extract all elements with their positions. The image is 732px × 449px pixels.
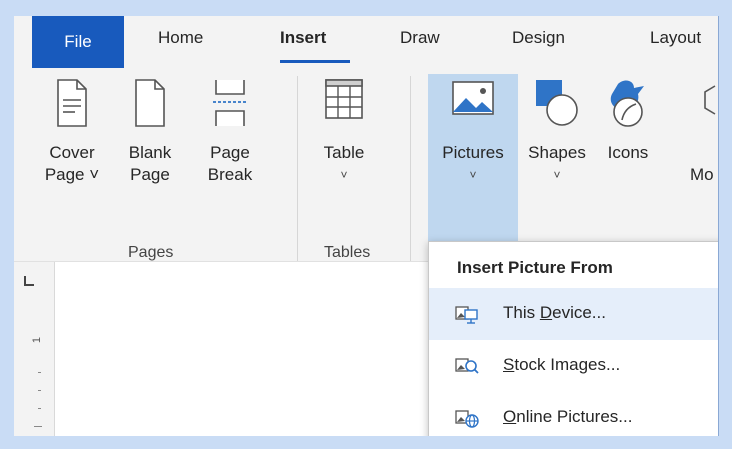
ruler-number: 1 <box>31 336 44 344</box>
group-separator <box>410 76 411 266</box>
tab-insert[interactable]: Insert <box>280 28 326 48</box>
page-break-label-2: Break <box>207 165 253 184</box>
dropdown-header: Insert Picture From <box>457 258 613 277</box>
insert-picture-dropdown: Insert Picture From This Device... Stock… <box>428 241 718 436</box>
ribbon-tab-bar: File Home Insert Draw Design Layout <box>14 16 718 68</box>
table-label: Table <box>323 143 365 162</box>
3d-cube-icon <box>704 85 716 115</box>
menu-item-online-pictures-label: Online Pictures... <box>503 407 633 426</box>
ruler-tick <box>38 390 41 391</box>
shapes-icon <box>536 80 578 126</box>
cover-page-label-2: Page ˅ <box>44 165 100 184</box>
menu-item-stock-images[interactable]: Stock Images... <box>429 340 718 392</box>
icons-button[interactable]: Icons <box>598 78 658 164</box>
ruler-tick <box>38 408 41 409</box>
page-break-icon <box>213 80 247 126</box>
cover-page-label-1: Cover <box>49 143 95 162</box>
table-chevron: ˅ <box>340 168 348 182</box>
tab-draw[interactable]: Draw <box>400 28 440 48</box>
stock-images-icon <box>455 358 479 374</box>
pictures-label: Pictures <box>442 143 504 162</box>
cover-page-button[interactable]: Cover Page ˅ <box>42 78 102 186</box>
page-break-button[interactable]: Page Break <box>200 78 260 186</box>
vertical-ruler: 1 <box>14 262 55 436</box>
insert-ribbon: Cover Page ˅ Blank Page Page Break Pages <box>14 68 718 266</box>
tab-file[interactable]: File <box>32 16 124 68</box>
blank-page-button[interactable]: Blank Page <box>122 78 178 186</box>
group-separator <box>297 76 298 266</box>
menu-item-this-device[interactable]: This Device... <box>429 288 718 340</box>
ruler-tick <box>38 372 41 373</box>
menu-item-this-device-label: This Device... <box>503 303 606 322</box>
menu-item-stock-images-label: Stock Images... <box>503 355 621 374</box>
ruler-tick <box>34 426 42 427</box>
page-break-label-1: Page <box>210 143 250 162</box>
pictures-icon <box>452 81 494 115</box>
menu-item-online-pictures[interactable]: Online Pictures... <box>429 392 718 436</box>
word-window: File Home Insert Draw Design Layout Cove… <box>14 16 719 436</box>
shapes-chevron: ˅ <box>553 168 561 182</box>
table-icon <box>325 79 363 119</box>
tab-stop-selector[interactable] <box>24 276 34 286</box>
shapes-button[interactable]: Shapes ˅ <box>522 78 592 186</box>
tab-layout[interactable]: Layout <box>650 28 701 48</box>
blank-page-label-2: Page <box>130 165 170 184</box>
pictures-button[interactable]: Pictures ˅ <box>428 78 518 186</box>
group-label-pages: Pages <box>128 244 174 261</box>
group-label-tables: Tables <box>324 244 371 261</box>
this-device-icon <box>455 306 478 324</box>
active-tab-indicator <box>280 60 350 63</box>
online-pictures-icon <box>455 410 479 428</box>
tab-home[interactable]: Home <box>158 28 203 48</box>
blank-page-icon <box>135 79 165 127</box>
icons-icon <box>610 80 644 127</box>
table-button[interactable]: Table ˅ <box>314 78 374 186</box>
icons-label: Icons <box>607 143 649 162</box>
blank-page-label-1: Blank <box>128 143 172 162</box>
tab-design[interactable]: Design <box>512 28 565 48</box>
pictures-chevron: ˅ <box>469 168 477 182</box>
cover-page-icon <box>57 79 87 127</box>
3d-models-button[interactable]: Mo <box>690 78 718 186</box>
shapes-label: Shapes <box>528 143 586 162</box>
3d-models-label: Mo <box>690 165 714 184</box>
